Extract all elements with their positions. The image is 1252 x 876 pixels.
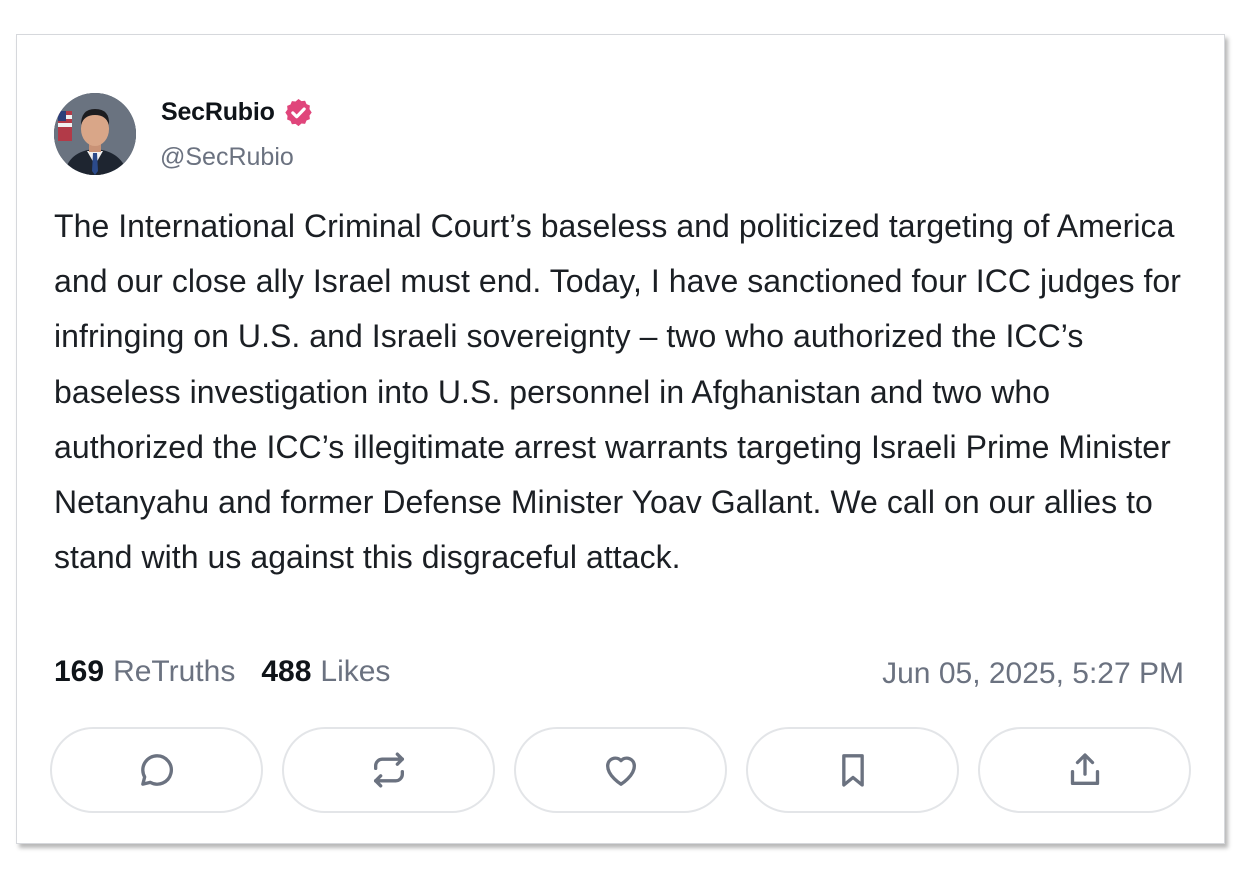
post-stats: 169 ReTruths 488 Likes [54, 655, 390, 689]
verified-badge-icon [285, 98, 312, 127]
bookmark-icon [841, 754, 864, 787]
author-display-name[interactable]: SecRubio [161, 98, 275, 127]
likes-stat[interactable]: 488 Likes [261, 655, 390, 689]
retruths-stat[interactable]: 169 ReTruths [54, 655, 235, 689]
bookmark-button[interactable] [746, 727, 959, 813]
share-button[interactable] [978, 727, 1191, 813]
author-row: SecRubio [161, 97, 314, 128]
author-handle[interactable]: @SecRubio [160, 143, 294, 172]
post-card: SecRubio @SecRubio The International Cri… [16, 34, 1225, 844]
retruths-label: ReTruths [113, 655, 236, 688]
like-button[interactable] [514, 727, 727, 813]
post-timestamp[interactable]: Jun 05, 2025, 5:27 PM [882, 657, 1184, 691]
retruth-button[interactable] [282, 727, 495, 813]
avatar[interactable] [54, 93, 136, 175]
reply-button[interactable] [50, 727, 263, 813]
action-bar [50, 727, 1191, 813]
likes-count: 488 [261, 655, 312, 688]
profile-photo-icon [54, 93, 136, 175]
retruths-count: 169 [54, 655, 105, 688]
heart-icon [605, 756, 636, 786]
repost-icon [373, 752, 404, 788]
share-icon [1070, 753, 1099, 785]
likes-label: Likes [320, 655, 391, 688]
post-body-text: The International Criminal Court’s basel… [54, 208, 1181, 576]
comment-icon [140, 754, 173, 786]
